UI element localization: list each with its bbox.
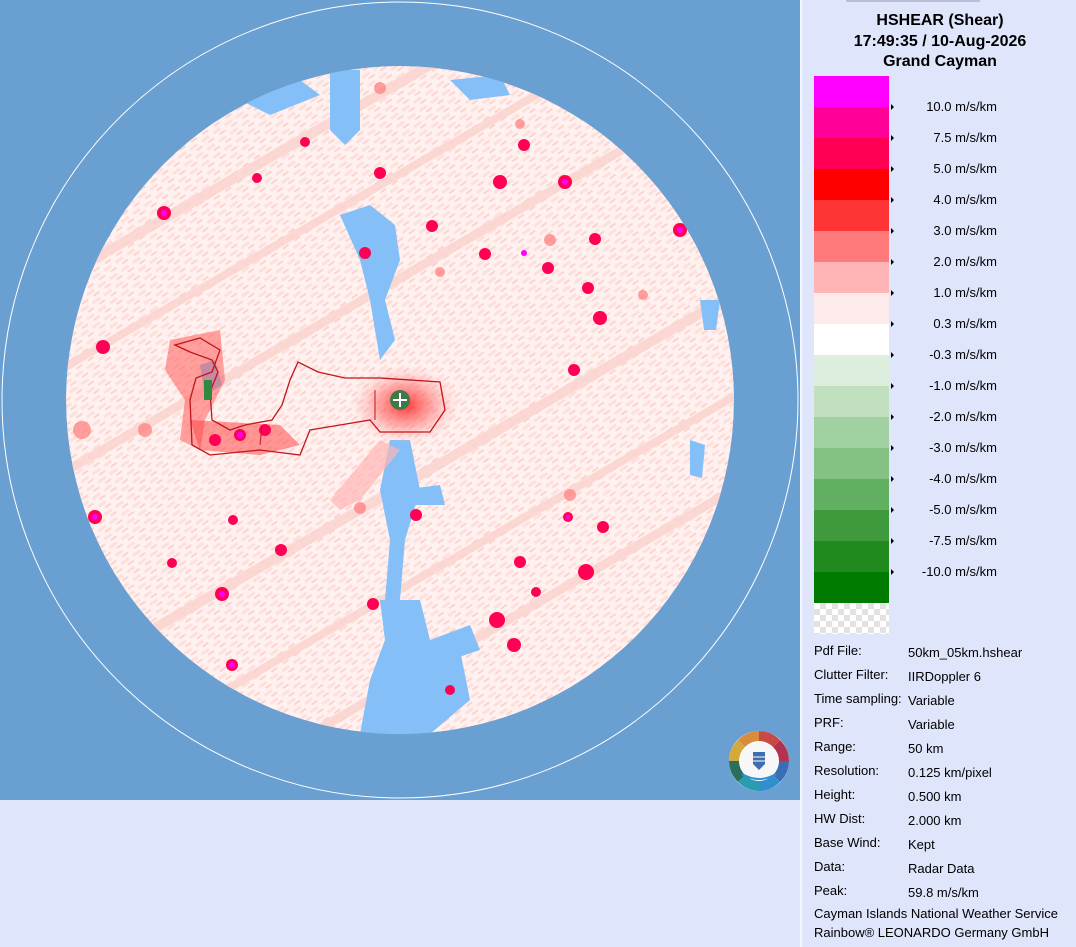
legend-swatch (814, 169, 889, 200)
info-value: 59.8 m/s/km (908, 885, 979, 900)
legend-swatch (814, 293, 889, 324)
info-label: Height: (814, 787, 856, 802)
legend-swatch (814, 231, 889, 262)
info-value: 50 km (908, 741, 944, 756)
legend-swatch (814, 479, 889, 510)
legend-swatch (814, 76, 889, 107)
top-strip (846, 0, 980, 2)
legend-row: 4.0 m/s/km (814, 169, 1076, 207)
info-label: Data: (814, 859, 846, 874)
info-value: 0.500 km (908, 789, 962, 804)
radar-site-marker[interactable] (390, 390, 410, 410)
legend-row: 2.0 m/s/km (814, 231, 1076, 269)
green-marker (204, 380, 212, 400)
info-value: Kept (908, 837, 935, 852)
legend-row: -2.0 m/s/km (814, 386, 1076, 424)
info-label: PRF: (814, 715, 844, 730)
legend-row (814, 572, 1076, 603)
radar-map[interactable] (0, 0, 800, 800)
info-label: Peak: (814, 883, 848, 898)
legend-row: 1.0 m/s/km (814, 262, 1076, 300)
info-value: Radar Data (908, 861, 975, 876)
empty-area (0, 800, 800, 947)
legend-row: -10.0 m/s/km (814, 541, 1076, 579)
agency-credit: Cayman Islands National Weather Service (814, 906, 1058, 921)
info-label: Clutter Filter: (814, 667, 889, 682)
info-value: 50km_05km.hshear (908, 645, 1023, 660)
software-credit: Rainbow® LEONARDO Germany GmbH (814, 925, 1049, 940)
info-label: Pdf File: (814, 643, 862, 658)
info-label: Range: (814, 739, 856, 754)
legend-swatch (814, 107, 889, 138)
info-value: 0.125 km/pixel (908, 765, 992, 780)
legend-swatch (814, 510, 889, 541)
info-panel: HSHEAR (Shear) 17:49:35 / 10-Aug-2026 Gr… (800, 0, 1076, 947)
product-title: HSHEAR (Shear) (876, 12, 1004, 29)
legend-row: 0.3 m/s/km (814, 293, 1076, 331)
color-legend: 10.0 m/s/km 7.5 m/s/km 5.0 m/s/km 4.0 m/s/k… (814, 76, 1076, 634)
legend-swatch (814, 324, 889, 355)
legend-row: 10.0 m/s/km (814, 76, 1076, 114)
legend-row: -1.0 m/s/km (814, 355, 1076, 393)
info-value: Variable (908, 717, 955, 732)
legend-row: 7.5 m/s/km (814, 107, 1076, 145)
legend-swatch (814, 448, 889, 479)
legend-swatch (814, 572, 889, 603)
site-name: Grand Cayman (883, 53, 997, 70)
info-label: Resolution: (814, 763, 880, 778)
legend-nodata-row (814, 603, 1076, 634)
legend-swatch (814, 417, 889, 448)
legend-row: -0.3 m/s/km (814, 324, 1076, 362)
legend-swatch (814, 262, 889, 293)
info-value: 2.000 km (908, 813, 962, 828)
legend-swatch (814, 541, 889, 572)
info-label: HW Dist: (814, 811, 866, 826)
info-value: IIRDoppler 6 (908, 669, 981, 684)
legend-swatch (814, 138, 889, 169)
legend-swatch (814, 386, 889, 417)
legend-nodata-swatch (814, 603, 889, 634)
legend-row: 5.0 m/s/km (814, 138, 1076, 176)
legend-row: -5.0 m/s/km (814, 479, 1076, 517)
legend-row: -7.5 m/s/km (814, 510, 1076, 548)
legend-row: -3.0 m/s/km (814, 417, 1076, 455)
info-label: Base Wind: (814, 835, 881, 850)
legend-row: 3.0 m/s/km (814, 200, 1076, 238)
info-value: Variable (908, 693, 955, 708)
weather-service-logo (729, 731, 789, 791)
legend-swatch (814, 355, 889, 386)
info-label: Time sampling: (814, 691, 902, 706)
legend-row: -4.0 m/s/km (814, 448, 1076, 486)
scan-datetime: 17:49:35 / 10-Aug-2026 (853, 33, 1027, 50)
radar-image (0, 0, 800, 800)
legend-swatch (814, 200, 889, 231)
